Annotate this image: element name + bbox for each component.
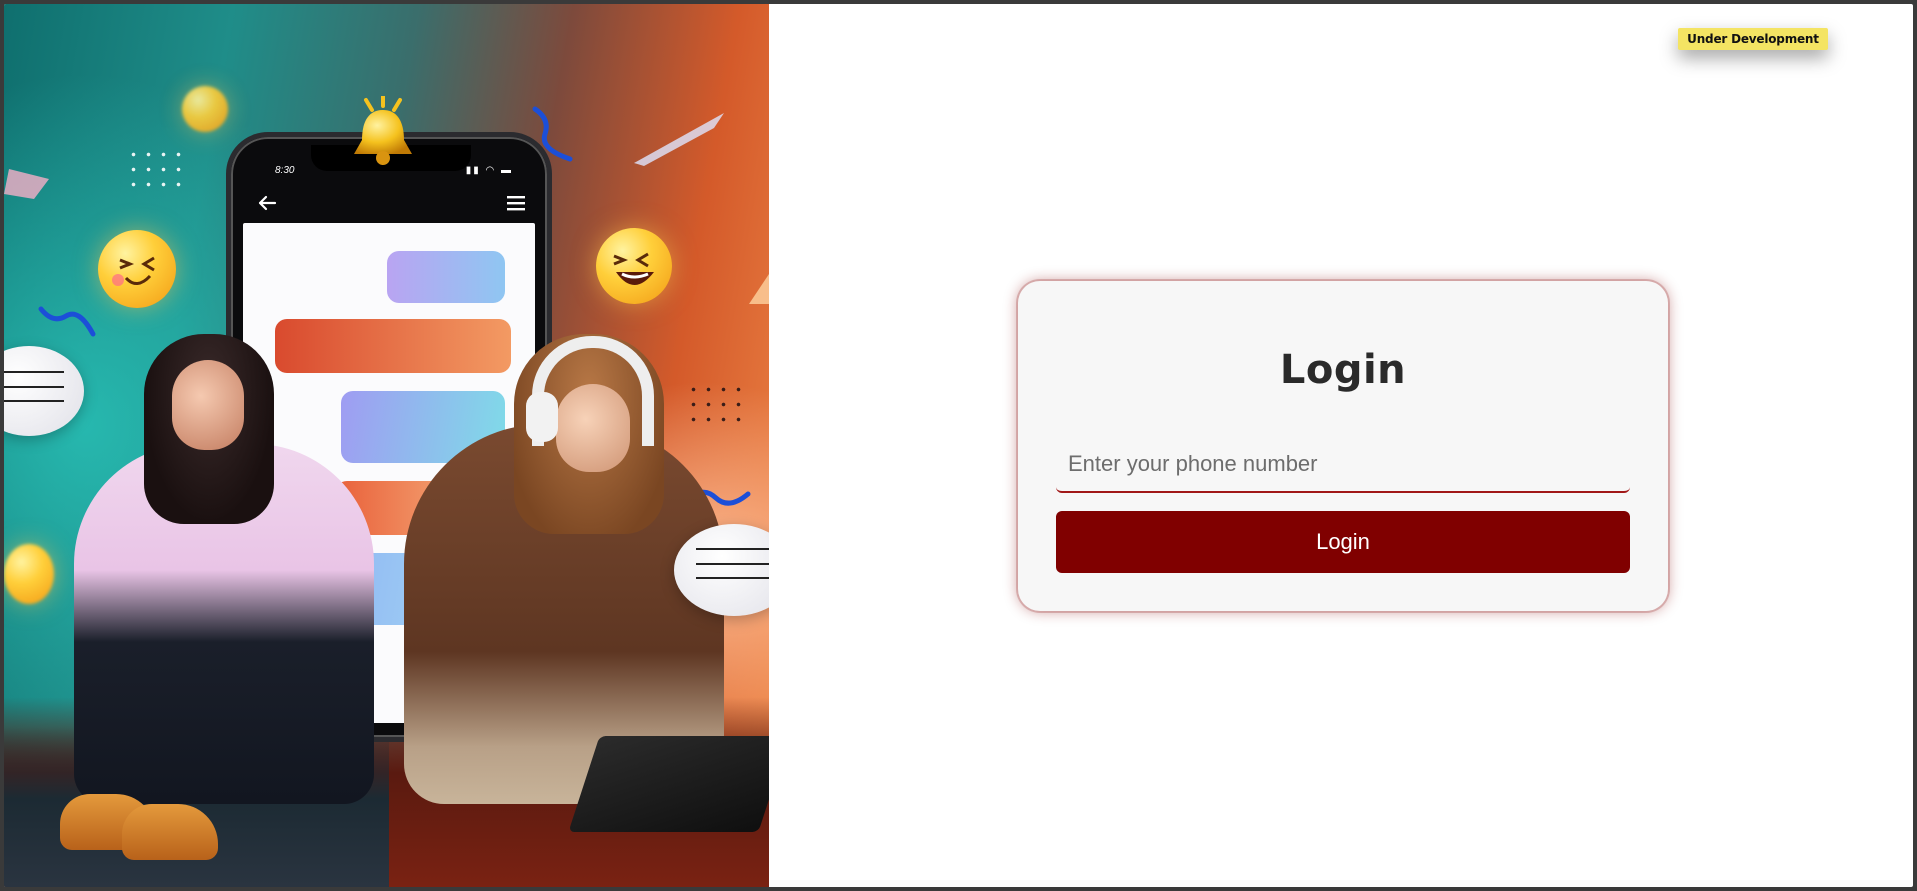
hero-illustration: 8:30 ▮▮ ◠ ▬	[4, 4, 769, 887]
laughing-emoji-icon	[4, 544, 54, 604]
confetti-shape	[634, 113, 724, 166]
dot-grid	[686, 382, 746, 426]
phone-number-input[interactable]	[1056, 437, 1630, 493]
phone-status-time: 8:30	[275, 165, 295, 176]
under-development-badge: Under Development	[1678, 28, 1828, 50]
sneaker-shape	[122, 804, 218, 860]
login-card: Login Login	[1018, 281, 1668, 611]
squiggle-shape	[38, 306, 96, 337]
bell-icon	[354, 96, 412, 165]
hamburger-menu-icon	[507, 196, 525, 211]
person-left-face	[172, 360, 244, 450]
chat-message-bubble	[387, 251, 505, 303]
login-button[interactable]: Login	[1056, 511, 1630, 573]
chat-message-bubble	[275, 319, 511, 373]
chat-bubble-icon	[4, 346, 84, 436]
dot-grid	[126, 147, 186, 192]
signal-wifi-battery-icon: ▮▮ ◠ ▬	[465, 165, 513, 176]
headphones-cup	[526, 392, 558, 442]
app-window: 8:30 ▮▮ ◠ ▬ Under Development Login Ente…	[4, 4, 1913, 887]
laughing-emoji-icon	[596, 228, 672, 304]
laptop-shape	[568, 736, 769, 832]
confetti-shape	[749, 274, 769, 304]
laughing-emoji-icon	[182, 86, 228, 132]
arrow-left-icon	[258, 195, 277, 211]
laughing-emoji-icon	[98, 230, 176, 308]
login-title: Login	[1279, 347, 1407, 393]
confetti-shape	[4, 169, 49, 199]
